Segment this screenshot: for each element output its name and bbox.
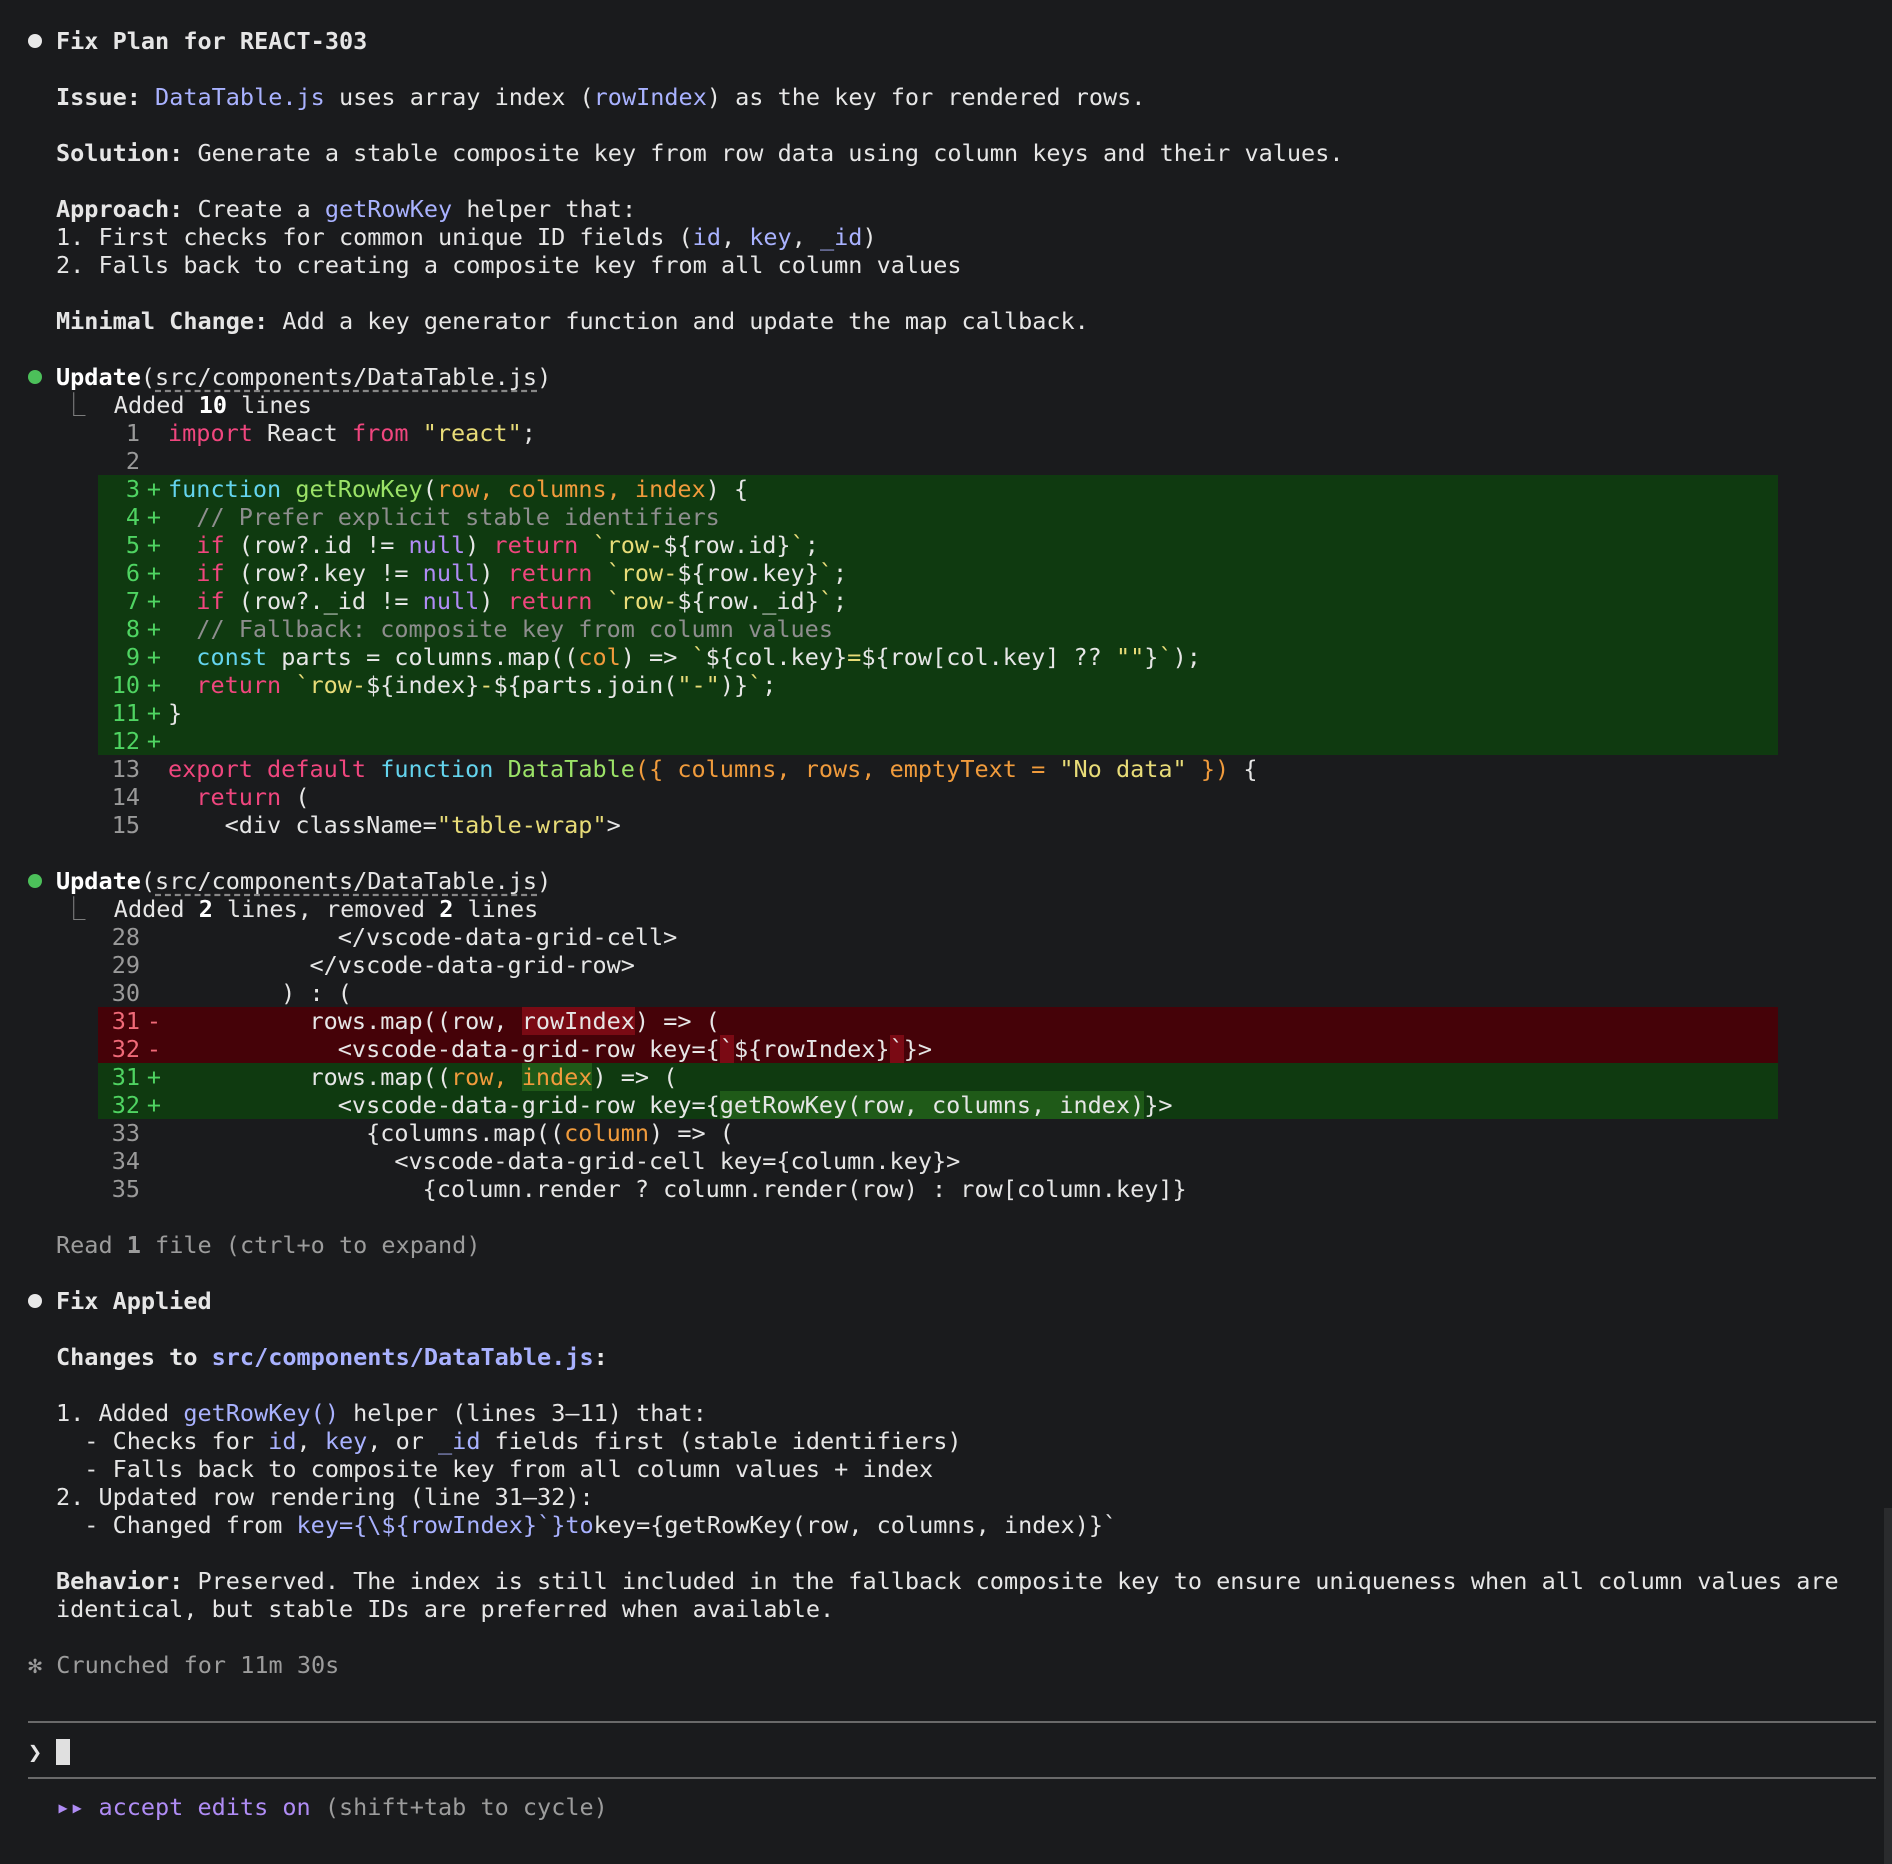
spinner-icon: ✻ [28,1651,43,1679]
diff-line: 28 </vscode-data-grid-cell> [111,923,678,951]
applied-changes-label: Changes to src/components/DataTable.js: [56,1343,608,1371]
tool-bullet [28,874,42,888]
message-bullet [28,1294,42,1308]
diff-line-added: 31 + rows.map((row, index) => ( [98,1063,1778,1091]
applied-line-1: 1. Added getRowKey() helper (lines 3–11)… [56,1399,707,1427]
diff-line-added: 12 + [98,727,1778,755]
applied-behavior-cont: identical, but stable IDs are preferred … [56,1595,835,1623]
applied-behavior: Behavior: Preserved. The index is still … [56,1567,1839,1595]
applied-line-2: - Checks for id, key, or _id fields firs… [56,1427,962,1455]
update-2-header[interactable]: Update(src/components/DataTable.js) [56,867,551,895]
diff-line-added: 7 + if (row?._id != null) return `row-${r… [98,587,1778,615]
diff-line-added: 32 + <vscode-data-grid-row key={getRowKey… [98,1091,1778,1119]
diff-line-added: 11 +} [98,699,1778,727]
plan-solution: Solution: Generate a stable composite ke… [56,139,1344,167]
plan-step-2: 2. Falls back to creating a composite ke… [56,251,962,279]
text-cursor [56,1739,71,1765]
diff-line-added: 9 + const parts = columns.map((col) => `$… [98,643,1778,671]
prompt-input[interactable]: ❯ [28,1738,71,1766]
diff-line-added: 3 + function getRowKey(row, columns, index… [98,475,1778,503]
plan-title: Fix Plan for REACT-303 [56,27,368,55]
status-line: ✻ Crunched for 11m 30s [28,1651,340,1679]
chevron-right-icon: ❯ [28,1738,43,1766]
plan-step-1: 1. First checks for common unique ID fie… [56,223,877,251]
fast-forward-icon: ▸▸ [56,1793,85,1821]
diff-line: 1 import React from "react"; [125,419,536,447]
mode-indicator[interactable]: ▸▸ accept edits on (shift+tab to cycle) [56,1793,608,1821]
update-2-summary: ⎿ Added 2 lines, removed 2 lines [62,895,539,923]
diff-line-removed: 31- rows.map((row, rowIndex) => ( [98,1007,1778,1035]
read-summary[interactable]: Read 1 file (ctrl+o to expand) [56,1231,480,1259]
prompt-bottom-rule [28,1777,1876,1779]
diff-line: 34 <vscode-data-grid-cell key={column.ke… [111,1147,961,1175]
plan-minimal: Minimal Change: Add a key generator func… [56,307,1089,335]
applied-line-4: 2. Updated row rendering (line 31–32): [56,1483,594,1511]
diff-line: 33 {columns.map((column) => ( [111,1119,734,1147]
message-bullet [28,34,42,48]
diff-line: 13 export default function DataTable({ c… [111,755,1258,783]
diff-line: 14 return ( [111,783,310,811]
prompt-top-rule [28,1721,1876,1723]
diff-line-removed: 32- <vscode-data-grid-row key={`${rowInd… [98,1035,1778,1063]
plan-approach: Approach: Create a getRowKey helper that… [56,195,637,223]
diff-line-added: 6 + if (row?.key != null) return `row-${r… [98,559,1778,587]
diff-line: 29 </vscode-data-grid-row> [111,951,635,979]
diff-line-added: 4 + // Prefer explicit stable identifiers [98,503,1778,531]
diff-line-added: 5 + if (row?.id != null) return `row-${ro… [98,531,1778,559]
diff-line: 30 ) : ( [111,979,352,1007]
update-1-summary: ⎿ Added 10 lines [62,391,312,419]
diff-line-added: 10 + return `row-${index}-${parts.join("-… [98,671,1778,699]
tool-bullet [28,370,42,384]
diff-line: 35 {column.render ? column.render(row) :… [111,1175,1187,1203]
applied-line-5: - Changed from key={\${rowIndex}`}tokey=… [56,1511,1118,1539]
applied-title: Fix Applied [56,1287,212,1315]
diff-line: 2 [125,447,140,475]
update-1-header[interactable]: Update(src/components/DataTable.js) [56,363,551,391]
diff-line: 15 <div className="table-wrap"> [111,811,621,839]
plan-issue: Issue: DataTable.js uses array index (ro… [56,83,1146,111]
diff-line-added: 8 + // Fallback: composite key from colum… [98,615,1778,643]
applied-line-3: - Falls back to composite key from all c… [56,1455,934,1483]
scrollbar[interactable] [1884,1508,1892,1864]
